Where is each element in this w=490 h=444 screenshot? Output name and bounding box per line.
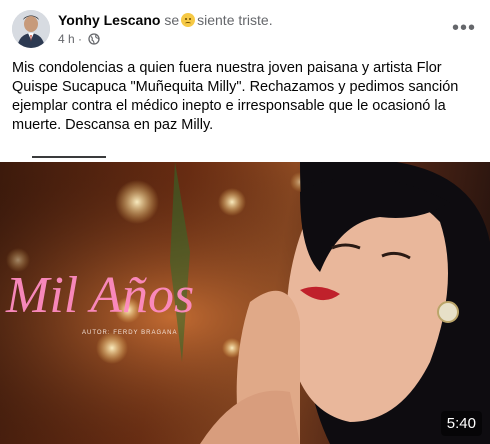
post-text-line: Mis condolencias a quien fuera nuestra j… (12, 60, 442, 76)
video-still-image: Mil Años AUTOR: FERDY BRAGANA (0, 162, 490, 444)
video-duration-badge: 5:40 (440, 411, 482, 436)
facebook-post: Yonhy Lescano se siente triste. 4 h · •••… (0, 0, 490, 444)
feeling-text: siente triste. (197, 12, 273, 28)
sad-face-icon (181, 13, 196, 27)
video-overlay-credit: AUTOR: FERDY BRAGANA (82, 330, 177, 336)
post-meta: 4 h · (58, 32, 101, 46)
post-text-line: muerte. Descansa en paz Milly. (12, 117, 214, 133)
author-line: Yonhy Lescano se siente triste. (58, 12, 273, 28)
media-progress-line (32, 156, 106, 158)
post-header: Yonhy Lescano se siente triste. 4 h · ••• (12, 10, 478, 52)
author-avatar[interactable] (12, 10, 50, 48)
post-text-line: ejemplar contra el médico inepto e irres… (12, 98, 446, 114)
globe-icon[interactable] (88, 33, 101, 45)
more-options-button[interactable]: ••• (450, 14, 478, 42)
video-thumbnail[interactable]: Mil Años AUTOR: FERDY BRAGANA 5:40 (0, 162, 490, 444)
avatar-image (12, 10, 50, 48)
meta-separator: · (78, 32, 83, 46)
video-overlay-title: Mil Años (5, 267, 194, 324)
author-name[interactable]: Yonhy Lescano (58, 12, 160, 28)
post-body: Mis condolencias a quien fuera nuestra j… (12, 59, 480, 135)
post-timestamp[interactable]: 4 h (58, 32, 75, 46)
post-text-line: Quispe Sucapuca "Muñequita Milly". Recha… (12, 79, 459, 95)
feeling-prefix: se (164, 12, 180, 28)
